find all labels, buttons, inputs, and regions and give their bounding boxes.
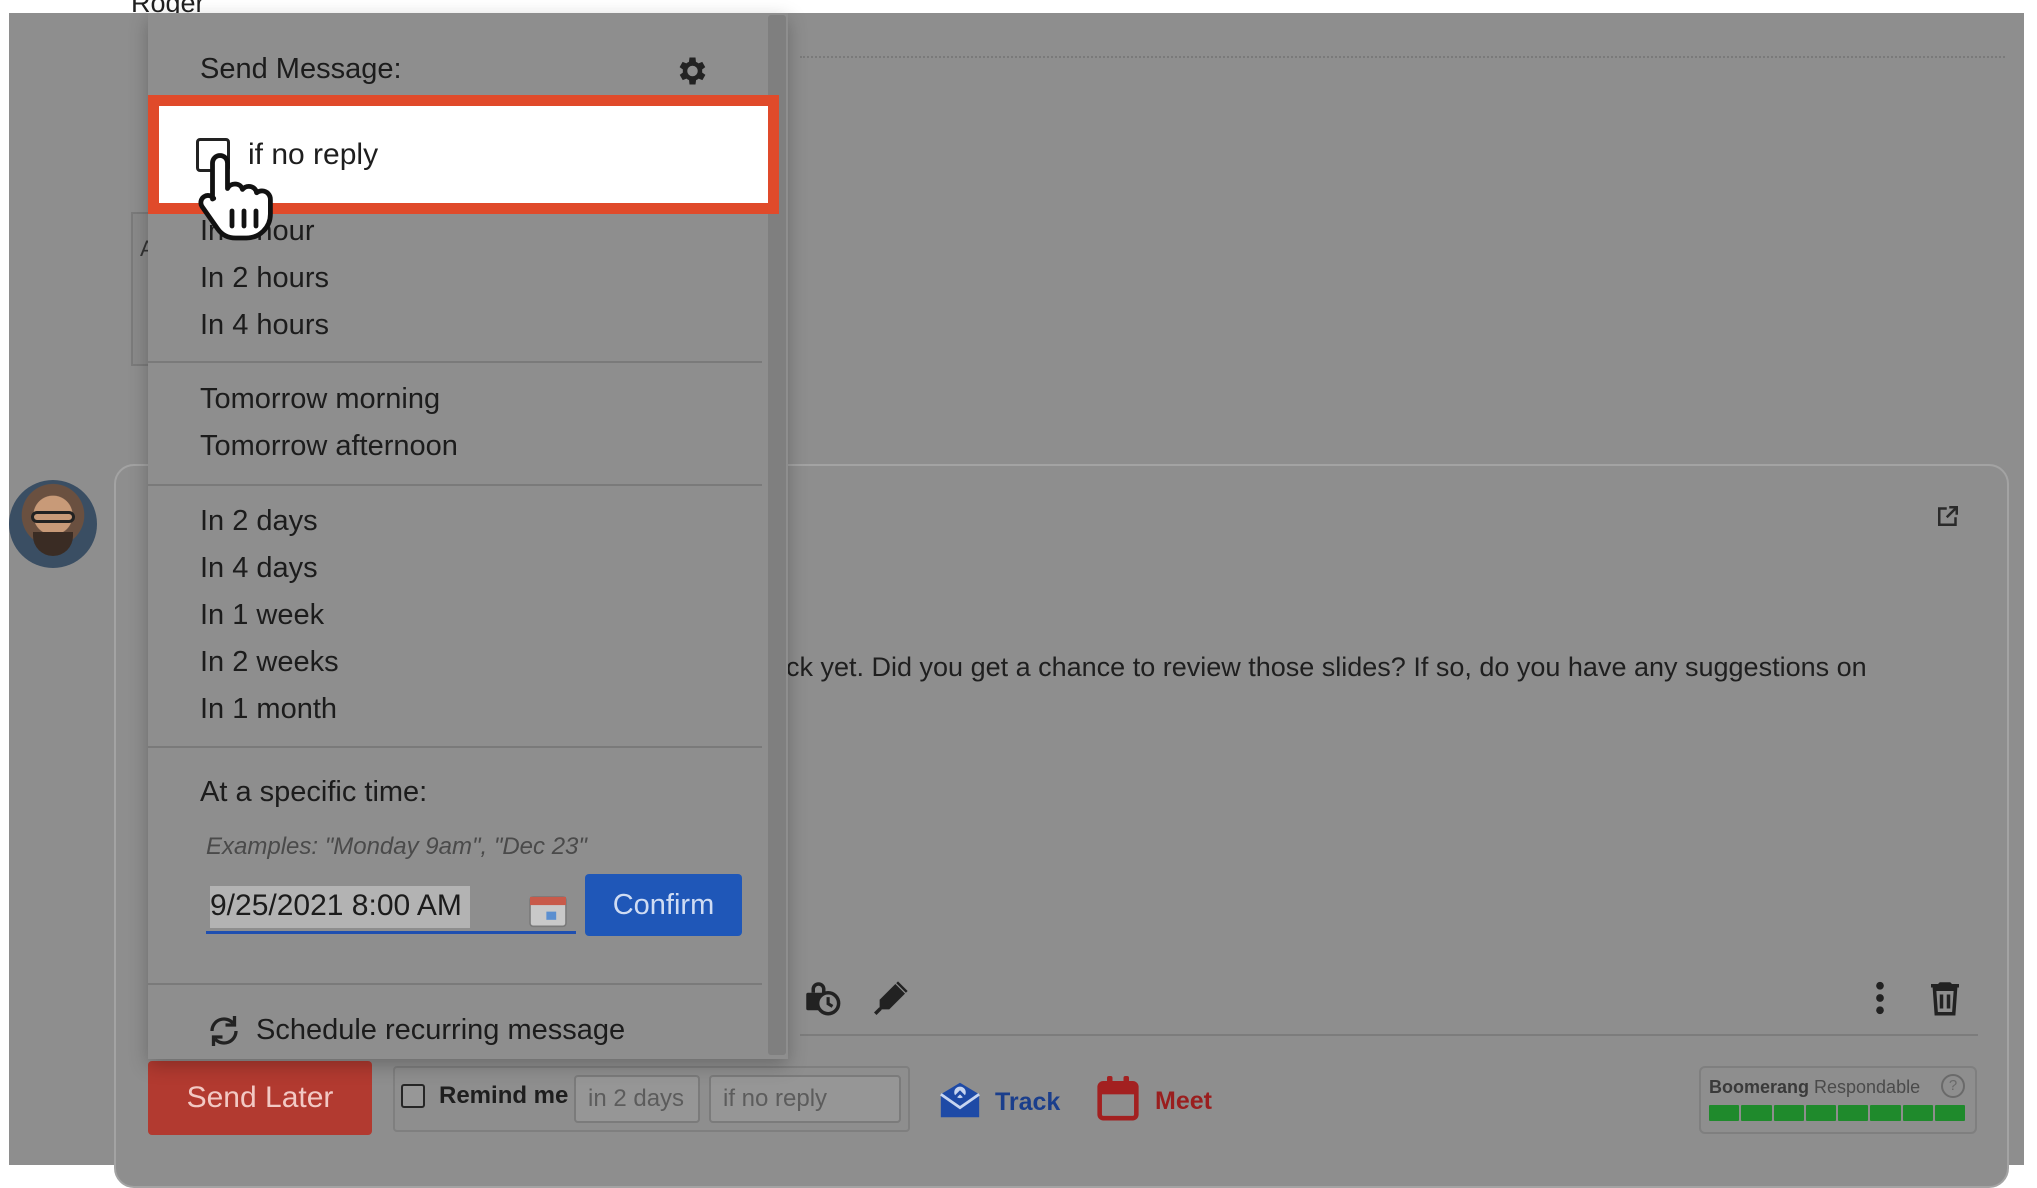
remind-days-field[interactable]: in 2 days <box>574 1075 700 1123</box>
respondable-meter <box>1709 1105 1965 1121</box>
trash-icon[interactable] <box>1924 977 1966 1019</box>
meter-segment <box>1838 1105 1869 1121</box>
respondable-label: Respondable <box>1814 1077 1921 1097</box>
menu-item-4-days[interactable]: In 4 days <box>200 552 318 585</box>
menu-item-2-weeks[interactable]: In 2 weeks <box>200 646 339 679</box>
menu-item-4-hours[interactable]: In 4 hours <box>200 309 329 342</box>
track-envelope-icon[interactable] <box>937 1077 983 1123</box>
schedule-recurring-option[interactable]: Schedule recurring message <box>256 1014 625 1047</box>
meter-segment <box>1741 1105 1772 1121</box>
help-icon[interactable]: ? <box>1941 1074 1965 1098</box>
menu-item-2-hours[interactable]: In 2 hours <box>200 262 329 295</box>
meter-segment <box>1709 1105 1740 1121</box>
remind-condition-field[interactable]: if no reply <box>709 1075 901 1123</box>
message-body-text[interactable]: ck yet. Did you get a chance to review t… <box>786 652 1867 683</box>
meter-segment <box>1870 1105 1901 1121</box>
send-later-button[interactable]: Send Later <box>148 1061 372 1135</box>
avatar-glasses <box>31 511 75 523</box>
specific-time-label: At a specific time: <box>200 776 428 808</box>
lock-clock-icon[interactable] <box>801 977 843 1019</box>
track-label[interactable]: Track <box>995 1088 1060 1117</box>
avatar-beard <box>33 532 73 556</box>
hand-cursor-icon <box>198 153 273 241</box>
popout-icon[interactable] <box>1933 501 1963 531</box>
menu-separator <box>148 484 762 486</box>
menu-item-tomorrow-morning[interactable]: Tomorrow morning <box>200 383 440 416</box>
more-vert-icon[interactable] <box>1870 977 1890 1019</box>
avatar[interactable] <box>9 480 97 568</box>
menu-item-1-month[interactable]: In 1 month <box>200 693 337 726</box>
meter-segment <box>1934 1105 1965 1121</box>
menu-item-1-week[interactable]: In 1 week <box>200 599 324 632</box>
meter-segment <box>1773 1105 1804 1121</box>
header-divider <box>800 56 2005 58</box>
calendar-icon[interactable] <box>528 892 568 928</box>
specific-time-input[interactable] <box>206 880 576 934</box>
menu-separator <box>148 361 762 363</box>
menu-item-tomorrow-afternoon[interactable]: Tomorrow afternoon <box>200 430 458 463</box>
remind-me-checkbox[interactable] <box>401 1084 425 1108</box>
remind-me-label: Remind me <box>439 1082 569 1109</box>
refresh-icon <box>210 1016 238 1046</box>
menu-separator <box>148 746 762 748</box>
meter-segment <box>1902 1105 1933 1121</box>
menu-separator <box>148 983 762 985</box>
confirm-button[interactable]: Confirm <box>585 874 742 936</box>
specific-time-examples: Examples: "Monday 9am", "Dec 23" <box>206 833 587 860</box>
meet-calendar-icon[interactable] <box>1096 1074 1140 1122</box>
menu-title: Send Message: <box>200 53 402 85</box>
gear-icon[interactable] <box>673 53 709 89</box>
menu-item-2-days[interactable]: In 2 days <box>200 505 318 538</box>
meet-label[interactable]: Meet <box>1155 1087 1212 1116</box>
meter-segment <box>1805 1105 1836 1121</box>
toolbar-divider <box>800 1034 1978 1036</box>
pen-icon[interactable] <box>870 977 912 1019</box>
boomerang-brand-label: Boomerang <box>1709 1077 1810 1097</box>
